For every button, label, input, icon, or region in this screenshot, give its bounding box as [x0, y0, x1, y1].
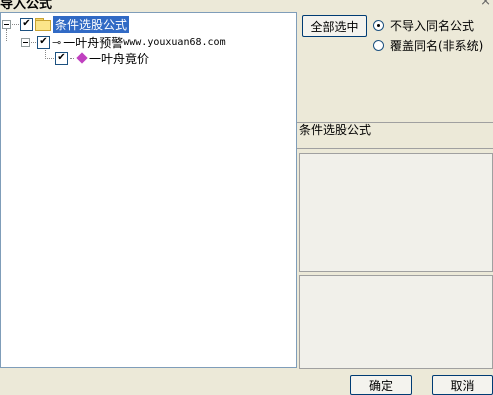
checkbox-grandchild[interactable]: ✔ [55, 51, 68, 65]
radio-overwrite-same[interactable] [373, 40, 384, 51]
tree-node-child-url: www.youxuan68.com [123, 36, 226, 48]
tree-connector [70, 57, 74, 59]
tree-connector [31, 41, 36, 43]
collapse-toggle[interactable] [2, 19, 11, 29]
tree-node-grandchild[interactable]: ✔ 一叶舟竟价 [45, 50, 149, 66]
cancel-button[interactable]: 取消 [432, 375, 493, 395]
radio-no-import-same[interactable] [373, 20, 384, 31]
ok-button[interactable]: 确定 [350, 375, 412, 395]
option-overwrite-same-label: 覆盖同名(非系统) [390, 39, 484, 53]
close-icon[interactable]: × [480, 0, 491, 9]
tree-node-root[interactable]: ✔ 条件选股公式 [2, 15, 130, 33]
tree-node-grandchild-label[interactable]: 一叶舟竟价 [89, 50, 149, 67]
tree-connector [45, 57, 54, 59]
tree-node-child-label[interactable]: 一叶舟预警 [63, 34, 123, 51]
formula-param-pane[interactable] [299, 275, 493, 369]
checkbox-child[interactable]: ✔ [37, 35, 50, 49]
option-no-import-same-label: 不导入同名公式 [390, 19, 475, 33]
formula-description-pane[interactable] [299, 153, 493, 272]
option-overwrite-same[interactable]: 覆盖同名(非系统) [373, 37, 483, 54]
collapse-toggle[interactable] [21, 37, 30, 47]
title-bar: 导入公式 × [0, 0, 493, 12]
select-all-button[interactable]: 全部选中 [302, 15, 367, 37]
folder-icon [35, 18, 51, 31]
tree-node-child[interactable]: ✔ ⊸ 一叶舟预警 www.youxuan68.com [21, 34, 226, 50]
key-icon: ⊸ [52, 35, 62, 49]
divider [297, 148, 493, 149]
window-title: 导入公式 [0, 0, 53, 12]
formula-tree[interactable]: ✔ 条件选股公式 ✔ ⊸ 一叶舟预警 www.youxuan68.com ✔ 一… [0, 12, 297, 368]
formula-diamond-icon [76, 52, 88, 64]
checkbox-root[interactable]: ✔ [20, 17, 33, 31]
tree-connector [12, 23, 19, 25]
tree-node-root-label[interactable]: 条件选股公式 [53, 15, 130, 33]
category-label: 条件选股公式 [299, 123, 372, 137]
option-no-import-same[interactable]: 不导入同名公式 [373, 17, 474, 34]
